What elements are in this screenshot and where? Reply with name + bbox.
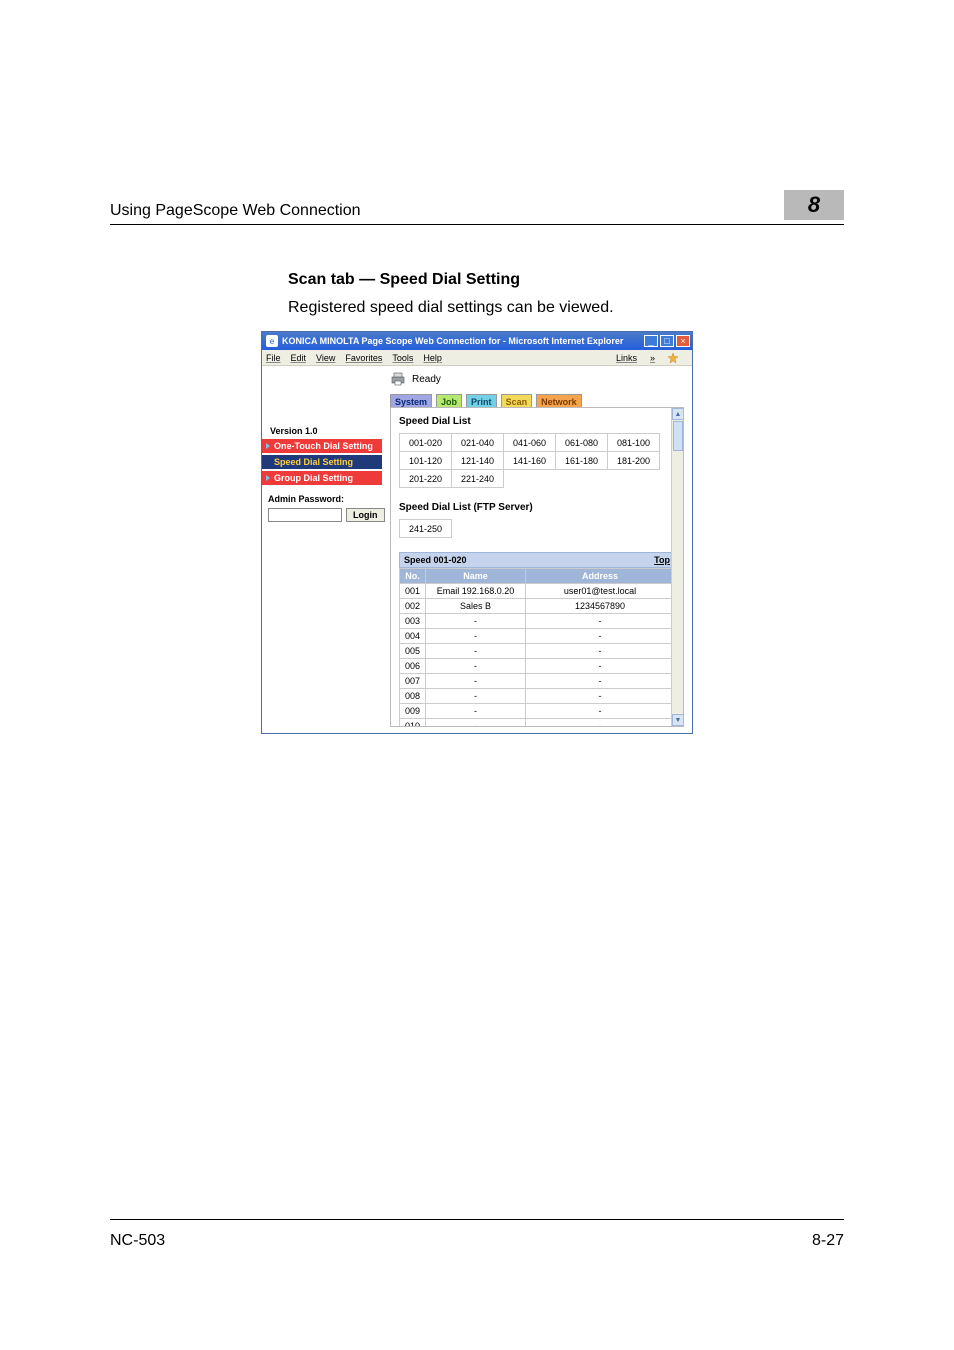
titlebar: e KONICA MINOLTA Page Scope Web Connecti… [262, 332, 692, 350]
table-row[interactable]: 009-- [400, 704, 675, 719]
footer-left: NC-503 [110, 1232, 165, 1250]
links-label[interactable]: Links [616, 353, 637, 363]
speed-range-label: Speed 001-020 [404, 555, 467, 565]
login-button[interactable]: Login [346, 508, 385, 522]
menu-edit[interactable]: Edit [291, 353, 307, 363]
table-row[interactable]: 003-- [400, 614, 675, 629]
ftp-list-heading: Speed Dial List (FTP Server) [399, 502, 675, 513]
tab-system[interactable]: System [390, 394, 432, 407]
printer-icon [390, 372, 406, 386]
menu-bar: File Edit View Favorites Tools Help Link… [262, 350, 692, 366]
scrollbar[interactable]: ▲ ▼ [671, 408, 683, 726]
arrow-right-icon [266, 475, 270, 481]
table-row[interactable]: 010-- [400, 719, 675, 728]
range-link[interactable]: 101-120 [400, 452, 452, 470]
table-row[interactable]: 002Sales B1234567890 [400, 599, 675, 614]
admin-login-block: Admin Password: Login [262, 486, 382, 530]
menu-favorites[interactable]: Favorites [345, 353, 382, 363]
range-link[interactable]: 081-100 [608, 434, 660, 452]
range-link[interactable]: 141-160 [504, 452, 556, 470]
table-row[interactable]: 005-- [400, 644, 675, 659]
range-link[interactable]: 041-060 [504, 434, 556, 452]
logo-area [262, 366, 382, 424]
tab-network[interactable]: Network [536, 394, 582, 407]
tab-print[interactable]: Print [466, 394, 497, 407]
table-row[interactable]: 008-- [400, 689, 675, 704]
top-link[interactable]: Top [654, 555, 670, 565]
range-link[interactable]: 241-250 [400, 520, 452, 538]
range-link[interactable]: 201-220 [400, 470, 452, 488]
nav-group-dial[interactable]: Group Dial Setting [262, 470, 382, 486]
footer-right: 8-27 [812, 1232, 844, 1250]
browser-window: e KONICA MINOLTA Page Scope Web Connecti… [261, 331, 693, 734]
table-row[interactable]: 001Email 192.168.0.20user01@test.local [400, 584, 675, 599]
range-link[interactable]: 001-020 [400, 434, 452, 452]
status-text: Ready [412, 374, 441, 385]
links-chevron-icon[interactable]: » [650, 353, 655, 363]
nav-label: One-Touch Dial Setting [274, 441, 373, 451]
sidebar: Version 1.0 One-Touch Dial Setting Speed… [262, 366, 382, 733]
col-name: Name [426, 569, 526, 584]
menu-tools[interactable]: Tools [392, 353, 413, 363]
range-link[interactable]: 121-140 [452, 452, 504, 470]
nav-list: One-Touch Dial Setting Speed Dial Settin… [262, 438, 382, 486]
nav-label: Speed Dial Setting [274, 457, 353, 467]
arrow-right-icon [266, 443, 270, 449]
version-label: Version 1.0 [262, 424, 382, 438]
col-address: Address [526, 569, 675, 584]
table-row[interactable]: 004-- [400, 629, 675, 644]
chapter-number-badge: 8 [784, 190, 844, 220]
main-scroll-area: ▲ ▼ Speed Dial List 001-020 021-040 041-… [390, 407, 684, 727]
table-row[interactable]: 006-- [400, 659, 675, 674]
range-link[interactable]: 161-180 [556, 452, 608, 470]
running-header: Using PageScope Web Connection [110, 202, 784, 220]
nav-speed-dial[interactable]: Speed Dial Setting [262, 454, 382, 470]
scroll-up-icon[interactable]: ▲ [672, 408, 684, 420]
menu-help[interactable]: Help [423, 353, 442, 363]
tab-scan[interactable]: Scan [501, 394, 533, 407]
table-row[interactable]: 007-- [400, 674, 675, 689]
nav-label: Group Dial Setting [274, 473, 353, 483]
minimize-button[interactable]: _ [644, 335, 658, 347]
tab-row: System Job Print Scan Network [390, 394, 684, 407]
col-no: No. [400, 569, 426, 584]
ie-icon: e [266, 335, 278, 347]
menu-file[interactable]: File [266, 353, 281, 363]
nav-one-touch-dial[interactable]: One-Touch Dial Setting [262, 438, 382, 454]
range-link[interactable]: 021-040 [452, 434, 504, 452]
admin-password-input[interactable] [268, 508, 342, 522]
scroll-thumb[interactable] [673, 421, 683, 451]
range-link[interactable]: 061-080 [556, 434, 608, 452]
speed-dial-table: No. Name Address 001Email 192.168.0.20us… [399, 568, 675, 727]
range-link[interactable]: 221-240 [452, 470, 504, 488]
section-heading: Scan tab — Speed Dial Setting [288, 271, 844, 289]
close-button[interactable]: × [676, 335, 690, 347]
speed-dial-list-heading: Speed Dial List [399, 416, 675, 427]
range-link[interactable]: 181-200 [608, 452, 660, 470]
tab-job[interactable]: Job [436, 394, 462, 407]
window-title: KONICA MINOLTA Page Scope Web Connection… [282, 336, 623, 346]
menu-view[interactable]: View [316, 353, 335, 363]
section-body: Registered speed dial settings can be vi… [288, 299, 844, 317]
admin-password-label: Admin Password: [268, 494, 376, 504]
speed-table-caption: Speed 001-020 Top [399, 552, 675, 568]
maximize-button[interactable]: □ [660, 335, 674, 347]
favorites-star-icon[interactable] [668, 353, 678, 363]
scroll-down-icon[interactable]: ▼ [672, 714, 684, 726]
range-table: 001-020 021-040 041-060 061-080 081-100 … [399, 433, 660, 488]
ftp-range-table: 241-250 [399, 519, 452, 538]
